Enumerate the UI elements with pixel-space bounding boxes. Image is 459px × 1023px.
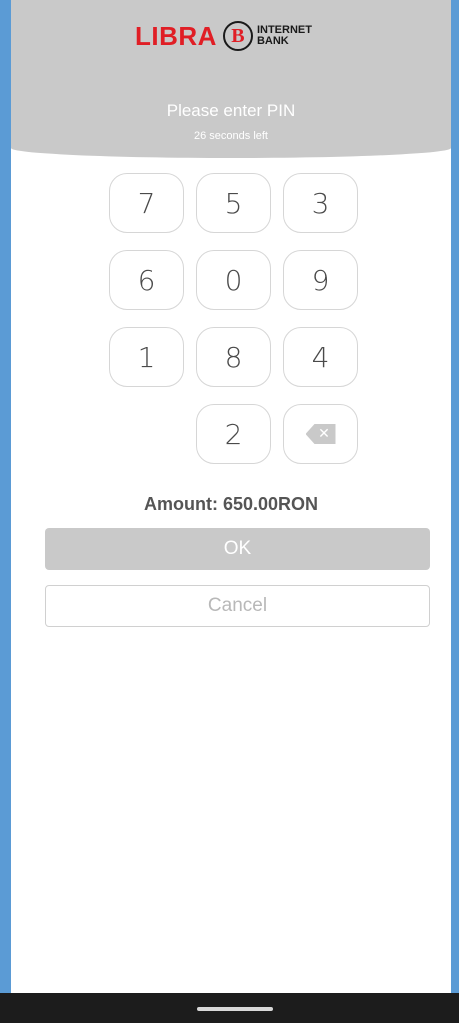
device-frame-right <box>451 0 459 1023</box>
keypad-key[interactable]: 5 <box>196 173 271 233</box>
keypad-key[interactable]: 6 <box>109 250 184 310</box>
backspace-x-glyph: ✕ <box>318 426 330 442</box>
cancel-button[interactable]: Cancel <box>45 585 430 627</box>
backspace-button[interactable]: ✕ <box>283 404 358 464</box>
amount-label: Amount: 650.00RON <box>143 494 319 514</box>
backspace-icon: ✕ <box>305 424 336 444</box>
pin-entry-screen: LIBRA B INTERNET BANK Please enter PIN 2… <box>11 0 451 993</box>
keypad-key[interactable]: 8 <box>196 327 271 387</box>
keypad-key[interactable]: 9 <box>283 250 358 310</box>
keypad-key[interactable]: 7 <box>109 173 184 233</box>
keypad-key[interactable]: 0 <box>196 250 271 310</box>
device-frame-left <box>0 0 11 1023</box>
ok-button[interactable]: OK <box>45 528 430 570</box>
keypad-key[interactable]: 3 <box>283 173 358 233</box>
keypad-key[interactable]: 2 <box>196 404 271 464</box>
system-navigation-bar <box>0 993 459 1023</box>
home-indicator[interactable] <box>197 1007 273 1011</box>
keypad-key[interactable]: 4 <box>283 327 358 387</box>
pin-keypad: 7 5 3 6 0 9 1 8 4 2 ✕ <box>11 0 451 480</box>
keypad-key[interactable]: 1 <box>109 327 184 387</box>
